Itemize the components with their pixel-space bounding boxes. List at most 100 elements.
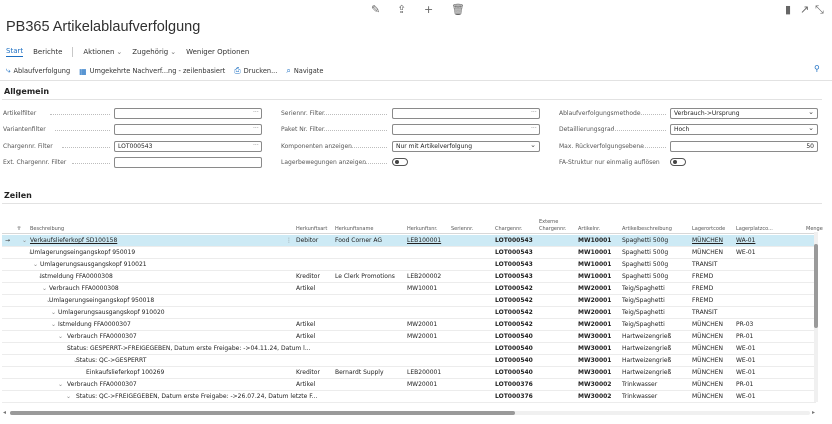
row-description[interactable]: Verkaufslieferkopf SD100158 [30,238,117,244]
table-row[interactable]: ⌄ Status: GESPERRT->FREIGEGEBEN, Datum er… [2,343,816,355]
col-serial-no[interactable]: Seriennr. [451,226,473,232]
menu-reports[interactable]: Berichte [33,48,62,56]
col-description[interactable]: Beschreibung [30,226,64,232]
table-row[interactable]: ⌄ Verbrauch FFA0000308 Artikel MW10001 LOT00… [2,283,816,295]
col-bin[interactable]: Lagerplatzco... [736,226,773,232]
table-row[interactable]: ⌄ Istmeldung FFA0000308 Kreditor Le Clerk P… [2,271,816,283]
chevron-down-icon[interactable]: ⌄ [33,262,38,268]
detail-level-select[interactable]: Hoch ⌄ [670,124,818,135]
table-row[interactable]: ⌄ Verbrauch FFA0000307 Artikel MW20001 LOT00… [2,331,816,343]
section-lines-heading[interactable]: Zeilen [4,191,32,200]
table-row[interactable]: ⌄ Verbrauch FFA0000307 Artikel MW20001 LOT00… [2,379,816,391]
table-row[interactable]: → ⌄ Verkaufslieferkopf SD100158 ⋮ Debitor Foo… [2,235,816,247]
bookmark-icon[interactable]: ▮ [785,4,791,16]
trace-method-select[interactable]: Verbrauch->Ursprung ⌄ [670,108,818,119]
variant-filter-label: Variantenfilter [3,126,46,133]
row-item-no: MW20001 [578,285,612,292]
col-source-name[interactable]: Herkunftsname [335,226,373,232]
more-icon[interactable]: ··· [253,125,259,132]
chevron-down-icon: ⌄ [530,141,536,149]
chevron-down-icon[interactable]: ⌄ [42,286,47,292]
chevron-down-icon[interactable]: ⌄ [58,334,63,340]
reverse-trace-action[interactable]: ▦ Umgekehrte Nachverf...ng - zeilenbasier… [79,67,225,76]
menu-actions[interactable]: Aktionen ⌄ [83,48,122,56]
row-source-no: LEB200002 [407,273,442,280]
col-ext-lot-no-line2[interactable]: Chargennr. [539,226,566,232]
table-row[interactable]: Einkaufslieferkopf 100269 Kreditor Bernard… [2,367,816,379]
more-icon[interactable]: ··· [531,125,537,132]
col-item-description[interactable]: Artikelbeschreibung [622,226,672,232]
section-divider [2,203,822,204]
row-source-no[interactable]: LEB100001 [407,238,441,244]
col-ext-lot-no-line1[interactable]: Externe [539,219,558,225]
trace-action[interactable]: ⤷ Ablaufverfolgung [6,66,70,76]
row-description: Istmeldung FFA0000307 [58,321,131,328]
col-location[interactable]: Lagerortcode [692,226,725,232]
row-location: FREMD [692,273,714,280]
trace-method-value: Verbrauch->Ursprung [674,110,740,117]
scrollbar-thumb[interactable] [814,244,818,328]
resolve-once-toggle[interactable] [670,158,686,166]
table-row[interactable]: ⌄ Umlagerungsausgangskopf 910020 LOT000542… [2,307,816,319]
dotted-leader [62,147,110,148]
more-icon[interactable]: ··· [253,142,259,149]
chevron-down-icon[interactable]: ⌄ [58,382,63,388]
chevron-down-icon[interactable]: ⌄ [66,394,71,400]
menu-start[interactable]: Start [6,47,24,57]
horizontal-scrollbar[interactable] [10,411,810,415]
menu-related[interactable]: Zugehörig ⌄ [132,48,176,56]
row-description: Status: QC->FREIGEGEBEN, Datum erste Fre… [76,393,318,400]
row-location: MÜNCHEN [692,345,724,352]
row-source-no: MW10001 [407,285,438,292]
edit-icon[interactable]: ✎ [371,4,380,16]
show-components-select[interactable]: Nur mit Artikelverfolgung ⌄ [392,141,540,152]
collapse-icon[interactable]: ⤡ [815,4,824,16]
table-row[interactable]: ⌄ Status: QC->FREIGEGEBEN, Datum erste Fr… [2,391,816,403]
page-title: PB365 Artikelablaufverfolgung [6,19,201,35]
print-action[interactable]: ⎙ Drucken... [234,66,277,76]
scroll-right-icon[interactable]: ▸ [812,409,815,416]
row-bin: WE-01 [736,345,756,352]
col-source-no[interactable]: Herkunftsnr. [407,226,438,232]
row-item-no: MW30001 [578,345,612,352]
row-item-description: Teig/Spaghetti [622,309,665,316]
table-row[interactable]: ⌄ Istmeldung FFA0000307 Artikel MW20001 LOT0… [2,319,816,331]
col-source-type[interactable]: Herkunftsart [296,226,327,232]
max-trace-level-input[interactable]: 50 [670,141,818,152]
share-icon[interactable]: ⇪ [397,4,406,16]
chevron-down-icon[interactable]: ⌄ [51,322,56,328]
open-new-window-icon[interactable]: ↗ [800,4,809,16]
variant-filter-input[interactable] [114,124,262,135]
table-row[interactable]: ⌄ Umlagerungseingangskopf 950019 LOT000543… [2,247,816,259]
scroll-left-icon[interactable]: ◂ [3,409,6,416]
menu-fewer-options[interactable]: Weniger Optionen [186,48,249,56]
chevron-down-icon[interactable]: ⌄ [51,310,56,316]
more-icon[interactable]: ··· [531,109,537,116]
serial-filter-input[interactable] [392,108,540,119]
menu-related-label: Zugehörig [132,48,169,56]
table-row[interactable]: ⌄ Umlagerungseingangskopf 950018 LOT000542… [2,295,816,307]
table-row[interactable]: ⌄ Umlagerungsausgangskopf 910021 LOT000543… [2,259,816,271]
package-filter-input[interactable] [392,124,540,135]
scrollbar-thumb[interactable] [10,411,515,415]
navigate-action[interactable]: ⌕ Navigate [286,66,323,76]
show-entries-toggle[interactable] [392,158,408,166]
row-source-type: Kreditor [296,369,320,376]
table-row[interactable]: ⌄ Status: QC->GESPERRT LOT000540 MW30001 Har… [2,355,816,367]
col-lot-no[interactable]: Chargennr. [495,226,522,232]
lot-filter-input[interactable]: LOT000543 [114,141,262,152]
more-icon[interactable]: ··· [253,109,259,116]
delete-icon[interactable]: 🗑 [451,4,465,16]
expand-all-icon[interactable]: ⇈ [17,226,21,232]
row-source-type: Artikel [296,381,316,388]
row-description: Verbrauch FFA0000308 [49,285,119,292]
ext-lot-filter-input[interactable] [114,157,262,168]
vertical-scrollbar[interactable] [814,232,818,402]
row-description: Einkaufslieferkopf 100269 [86,369,165,376]
personalize-icon[interactable]: ⚲ [814,64,820,73]
row-menu-icon[interactable]: ⋮ [286,238,292,244]
section-general-heading[interactable]: Allgemein [4,87,49,96]
new-icon[interactable]: + [424,4,433,16]
col-item-no[interactable]: Artikelnr. [578,226,600,232]
item-filter-input[interactable] [114,108,262,119]
